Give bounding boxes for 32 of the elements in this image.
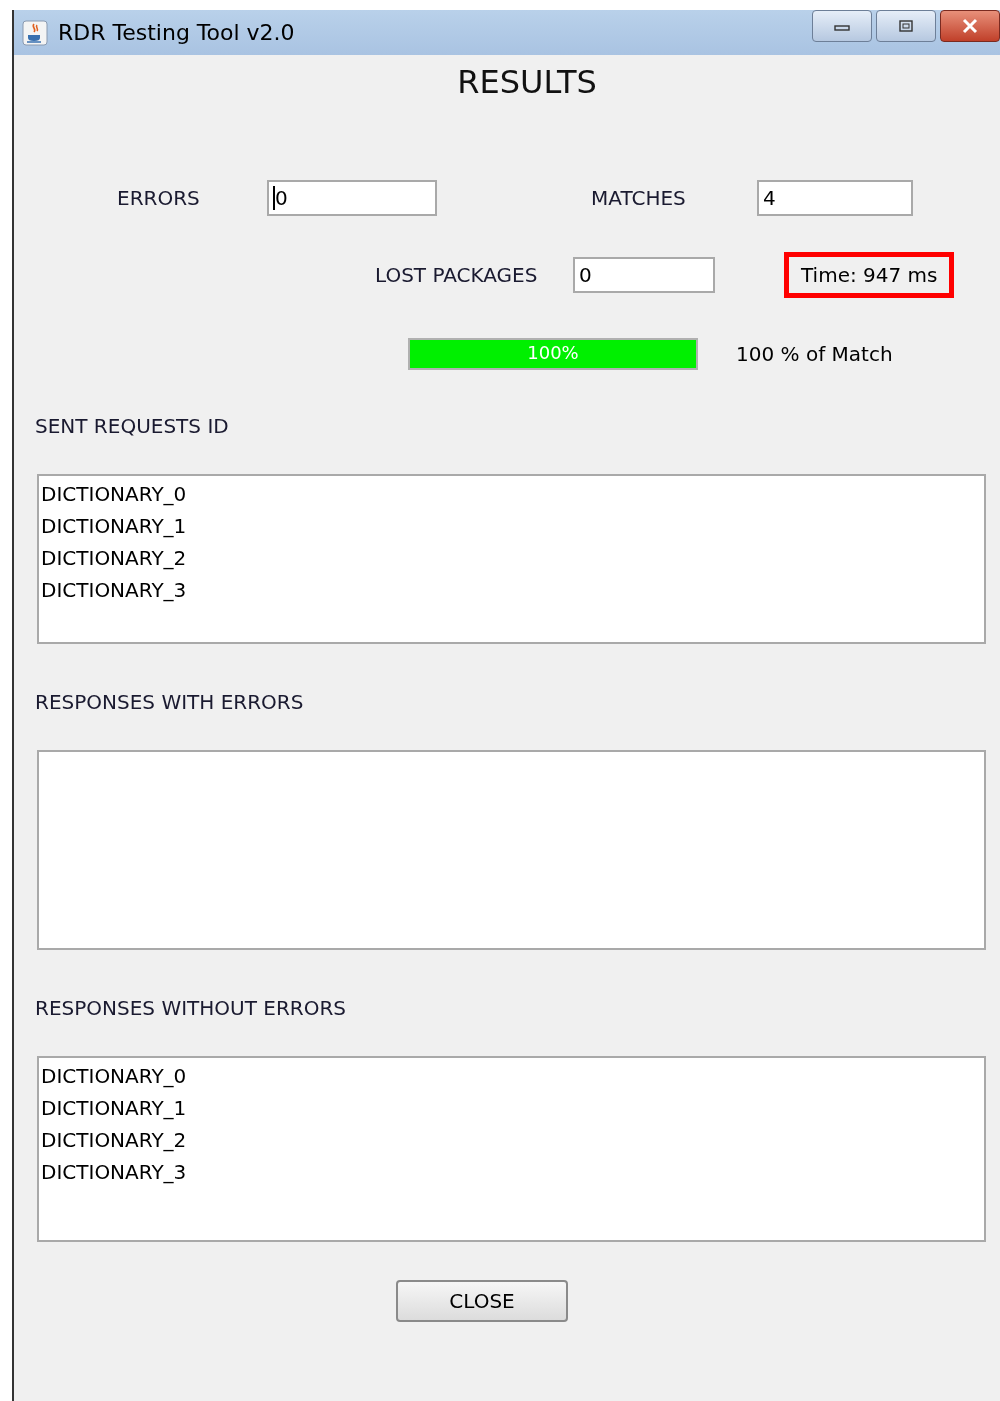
list-item[interactable]: DICTIONARY_1 bbox=[41, 510, 984, 542]
section-label: RESPONSES WITH ERRORS bbox=[35, 690, 305, 714]
section-label: RESPONSES WITHOUT ERRORS bbox=[35, 996, 348, 1020]
minimize-button[interactable] bbox=[812, 10, 872, 42]
section-label: SENT REQUESTS ID bbox=[35, 414, 230, 438]
errors-label: ERRORS bbox=[117, 186, 201, 210]
results-heading: RESULTS bbox=[456, 63, 598, 103]
maximize-icon bbox=[897, 19, 915, 33]
matches-label: MATCHES bbox=[591, 186, 687, 210]
lost-packages-label: LOST PACKAGES bbox=[375, 263, 539, 287]
lost-packages-field[interactable]: 0 bbox=[573, 257, 715, 293]
progress-text: 100% bbox=[526, 342, 580, 363]
list-box[interactable]: DICTIONARY_0 DICTIONARY_1 DICTIONARY_2 DICTIONARY_3 bbox=[37, 474, 986, 644]
maximize-button[interactable] bbox=[876, 10, 936, 42]
close-icon bbox=[960, 18, 980, 34]
text-caret: 0 bbox=[273, 186, 288, 210]
list-item[interactable]: DICTIONARY_0 bbox=[41, 1060, 984, 1092]
errors-field[interactable]: 0 bbox=[267, 180, 437, 216]
list-item[interactable]: DICTIONARY_2 bbox=[41, 1124, 984, 1156]
matches-field[interactable]: 4 bbox=[757, 180, 913, 216]
match-percentage-label: 100 % of Match bbox=[736, 342, 893, 366]
list-item[interactable]: DICTIONARY_3 bbox=[41, 1156, 984, 1188]
close-button[interactable]: CLOSE bbox=[396, 1280, 568, 1322]
list-item[interactable]: DICTIONARY_1 bbox=[41, 1092, 984, 1124]
list-item[interactable]: DICTIONARY_0 bbox=[41, 478, 984, 510]
coffee-cup-icon bbox=[22, 19, 48, 46]
close-button[interactable] bbox=[940, 10, 1000, 42]
time-readout: Time: 947 ms bbox=[784, 252, 955, 298]
window-title: RDR Testing Tool v2.0 bbox=[58, 20, 295, 45]
list-item[interactable]: DICTIONARY_3 bbox=[41, 574, 984, 606]
list-item[interactable]: DICTIONARY_2 bbox=[41, 542, 984, 574]
list-box[interactable]: DICTIONARY_0 DICTIONARY_1 DICTIONARY_2 DICTIONARY_3 bbox=[37, 1056, 986, 1242]
